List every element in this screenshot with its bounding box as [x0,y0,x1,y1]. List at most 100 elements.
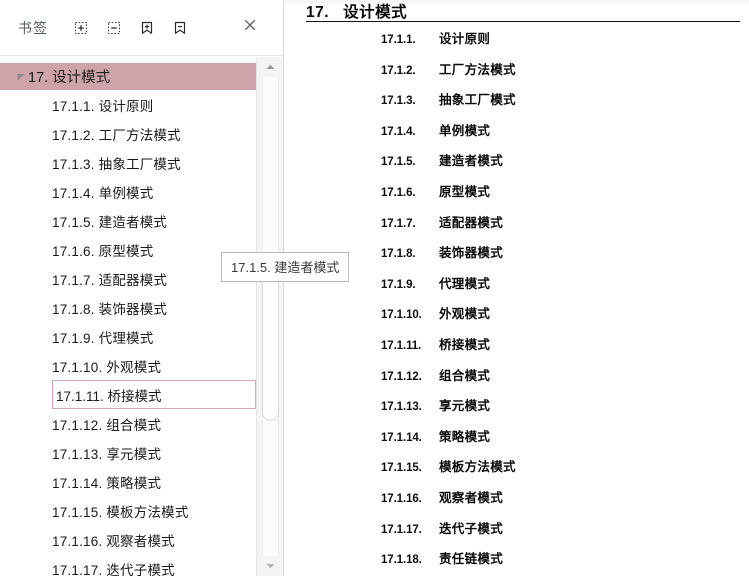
toc-entry[interactable]: 17.1.6. 原型模式 [284,181,749,212]
document-heading-number: 17. [306,4,330,21]
toc-entry[interactable]: 17.1.17. 迭代子模式 [284,518,749,549]
toc-entry-number: 17.1.10. [381,309,422,322]
bookmark-item-label: 17.1.7. 适配器模式 [52,272,168,288]
toc-entry[interactable]: 17.1.11. 桥接模式 [284,334,749,365]
toc-entry[interactable]: 17.1.7. 适配器模式 [284,212,749,243]
toc-entry[interactable]: 17.1.18. 责任链模式 [284,548,749,576]
close-panel-button[interactable] [239,17,261,39]
toc-entry-number: 17.1.13. [381,401,422,414]
toc-entry[interactable]: 17.1.14. 策略模式 [284,426,749,457]
toc-entry-number: 17.1.7. [381,217,416,230]
scroll-up-button[interactable] [257,57,284,77]
bookmark-tool-buttons [68,15,193,41]
bookmark-tree-item[interactable]: 17.1.12. 组合模式 [0,409,283,438]
bookmark-item-label: 17.1.15. 模板方法模式 [52,504,189,520]
toc-entry[interactable]: 17.1.4. 单例模式 [284,120,749,151]
toc-entry[interactable]: 17.1.12. 组合模式 [284,365,749,396]
bookmark-tree-item[interactable]: 17.1.5. 建造者模式 [0,206,283,235]
toc-entry-title: 责任链模式 [439,552,504,567]
bookmark-item-label: 17.1.16. 观察者模式 [52,533,175,549]
toc-entry-number: 17.1.4. [381,125,416,138]
toc-entry-number: 17.1.1. [381,34,416,46]
sidebar-scrollbar[interactable] [256,57,283,576]
remove-bookmark-button[interactable] [167,15,193,41]
chevron-up-icon [265,58,276,76]
toc-entry-title: 抽象工厂模式 [439,93,516,108]
toc-entry-title: 原型模式 [439,184,491,199]
bookmarks-sidebar: 书签 17. 设计模式 17.1.1. 设计原则 17.1.2. 工厂方法模式 … [0,0,350,576]
bookmark-tooltip: 17.1.5. 建造者模式 [221,252,350,282]
bookmark-item-label: 17.1.5. 建造者模式 [52,214,168,230]
bookmark-tree-root[interactable]: 17. 设计模式 [0,63,256,90]
toc-entry-title: 建造者模式 [439,154,504,169]
expand-all-icon [73,20,89,36]
heading-underline [306,21,740,22]
toc-entry-title: 享元模式 [439,399,491,414]
toc-entry-title: 单例模式 [439,123,491,138]
document-heading: 17. 设计模式 [306,0,407,22]
toc-entry-number: 17.1.17. [381,523,422,536]
toc-entry-title: 装饰器模式 [439,246,504,261]
bookmark-tree-item[interactable]: 17.1.13. 享元模式 [0,438,283,467]
document-pane[interactable]: 17. 设计模式 17.1.1. 设计原则 17.1.2. 工厂方法模式 17.1.3. 抽… [284,0,749,576]
bookmark-tree[interactable]: 17. 设计模式 17.1.1. 设计原则 17.1.2. 工厂方法模式 17.1.3… [0,56,283,576]
toc-entry[interactable]: 17.1.10. 外观模式 [284,303,749,334]
bookmarks-toolbar: 书签 [0,0,283,56]
bookmark-tree-item[interactable]: 17.1.10. 外观模式 [0,351,283,380]
close-icon [242,17,258,38]
toc-entry[interactable]: 17.1.8. 装饰器模式 [284,242,749,273]
bookmark-item-label: 17.1.4. 单例模式 [52,185,154,201]
toc-entry[interactable]: 17.1.9. 代理模式 [284,273,749,304]
toc-entry-number: 17.1.11. [381,339,422,352]
bookmarks-panel-title: 书签 [18,19,48,36]
bookmark-item-label: 17.1.10. 外观模式 [52,359,162,375]
toc-entry-title: 外观模式 [439,307,491,322]
scroll-down-button[interactable] [257,556,284,576]
add-bookmark-icon [139,20,155,36]
chevron-down-icon [265,557,276,575]
bookmark-tree-item[interactable]: 17.1.9. 代理模式 [0,322,283,351]
toc-entry-number: 17.1.12. [381,370,422,383]
bookmark-item-label: 17.1.2. 工厂方法模式 [52,127,181,143]
bookmark-tree-item[interactable]: 17.1.3. 抽象工厂模式 [0,148,283,177]
toc-entry[interactable]: 17.1.13. 享元模式 [284,395,749,426]
bookmark-document-viewer: 书签 17. 设计模式 17.1.1. 设计原则 17.1.2. 工厂方法模式 … [0,0,749,576]
toc-entry[interactable]: 17.1.15. 模板方法模式 [284,456,749,487]
expand-all-button[interactable] [68,15,94,41]
toc-entry-title: 适配器模式 [439,215,504,230]
remove-bookmark-icon [172,20,188,36]
bookmark-item-label: 17.1.3. 抽象工厂模式 [52,156,181,172]
toc-entry-title: 工厂方法模式 [439,62,516,77]
add-bookmark-button[interactable] [134,15,160,41]
toc-entry-number: 17.1.8. [381,248,416,261]
toc-entry[interactable]: 17.1.5. 建造者模式 [284,150,749,181]
toc-entry-number: 17.1.6. [381,186,416,199]
bookmark-tree-item[interactable]: 17.1.16. 观察者模式 [0,525,283,554]
toc-entry-number: 17.1.2. [381,64,416,77]
bookmark-tree-item[interactable]: 17.1.8. 装饰器模式 [0,293,283,322]
scrollbar-thumb[interactable] [262,273,279,421]
collapse-all-button[interactable] [101,15,127,41]
toc-entry[interactable]: 17.1.3. 抽象工厂模式 [284,89,749,120]
toc-entry[interactable]: 17.1.16. 观察者模式 [284,487,749,518]
toc-entry-title: 观察者模式 [439,490,504,505]
toc-entry[interactable]: 17.1.1. 设计原则 [284,28,749,59]
toc-entry-title: 桥接模式 [439,337,491,352]
bookmark-item-label: 17.1.1. 设计原则 [52,98,154,114]
toc-entry-number: 17.1.3. [381,95,416,108]
toc-entry[interactable]: 17.1.2. 工厂方法模式 [284,59,749,90]
bookmark-item-label: 17.1.11. 桥接模式 [56,388,162,404]
bookmark-tree-item[interactable]: 17.1.17. 迭代子模式 [0,554,283,576]
toc-entry-title: 设计原则 [439,32,491,46]
tree-expander-icon[interactable] [14,70,28,84]
toc-entry-number: 17.1.5. [381,156,416,169]
bookmark-tree-item[interactable]: 17.1.11. 桥接模式 [52,380,256,409]
bookmark-tree-item[interactable]: 17.1.2. 工厂方法模式 [0,119,283,148]
toc-entry-number: 17.1.9. [381,278,416,291]
bookmark-tree-item[interactable]: 17.1.14. 策略模式 [0,467,283,496]
bookmark-tree-item[interactable]: 17.1.15. 模板方法模式 [0,496,283,525]
bookmark-tree-item[interactable]: 17.1.1. 设计原则 [0,90,283,119]
bookmark-tree-item[interactable]: 17.1.4. 单例模式 [0,177,283,206]
toc-entry-title: 迭代子模式 [439,521,504,536]
document-toc-list: 17.1.1. 设计原则 17.1.2. 工厂方法模式 17.1.3. 抽象工厂模式 17.… [284,28,749,576]
